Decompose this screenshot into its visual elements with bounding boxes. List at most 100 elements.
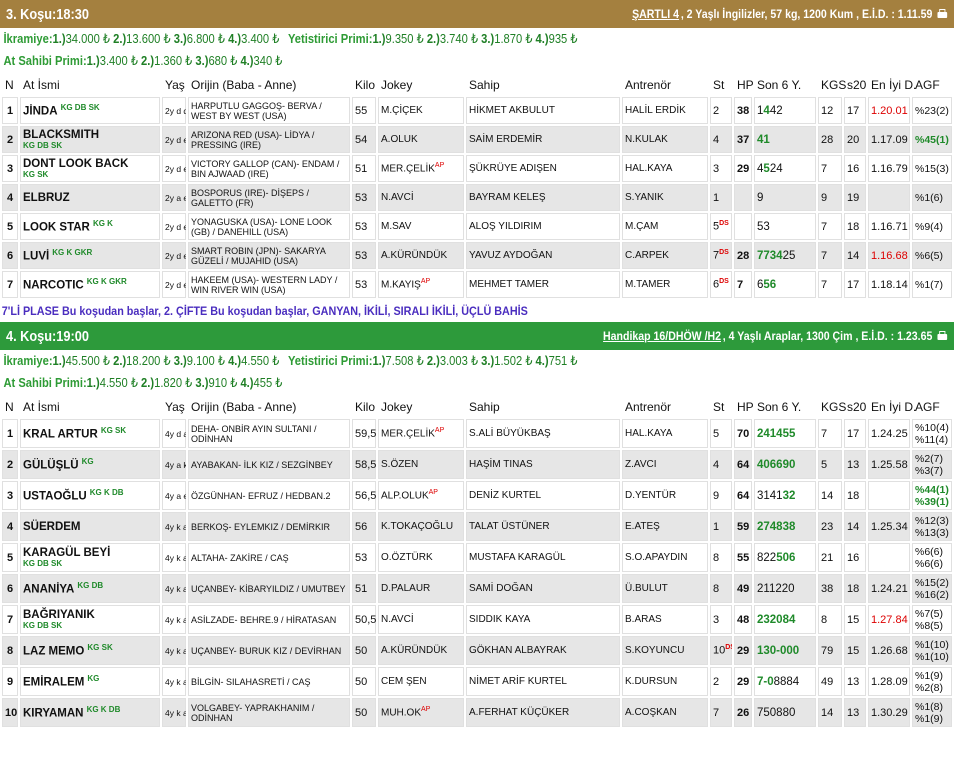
trainer-name[interactable]: S.KOYUNCU <box>622 636 708 665</box>
race-4-title[interactable]: 4. Koşu:19:00 <box>6 328 89 345</box>
trainer-name[interactable]: HAL.KAYA <box>622 419 708 448</box>
horse-name-cell[interactable]: BAĞRIYANIK KG DB SK <box>20 605 160 634</box>
column-header[interactable]: KGS <box>818 74 846 95</box>
horse-origin[interactable]: VOLGABEY- YAPRAKHANIM / ODİNHAN <box>188 698 350 727</box>
horse-origin[interactable]: ÖZGÜNHAN- EFRUZ / HEDBAN.2 <box>188 481 350 510</box>
horse-name[interactable]: GÜLÜŞLÜ <box>23 460 79 472</box>
table-row[interactable]: 6 LUVİ KG K GKR 2y d e SMART ROBIN (JPN)- S… <box>2 242 952 269</box>
owner-name[interactable]: HİKMET AKBULUT <box>466 97 620 124</box>
owner-name[interactable]: SAMİ DOĞAN <box>466 574 620 603</box>
jockey-name[interactable]: M.ÇİÇEK <box>381 105 423 116</box>
table-row[interactable]: 8 LAZ MEMO KG SK 4y k a UÇANBEY- BURUK KIZ … <box>2 636 952 665</box>
horse-origin[interactable]: ARIZONA RED (USA)- LİDYA / PRESSING (IRE… <box>188 126 350 153</box>
horse-name[interactable]: SÜERDEM <box>23 521 81 533</box>
horse-name[interactable]: ELBRUZ <box>23 192 70 204</box>
table-row[interactable]: 4 SÜERDEM 4y k a BERKOŞ- EYLEMKIZ / DEMİRKI… <box>2 512 952 541</box>
horse-name[interactable]: KIRYAMAN <box>23 708 84 720</box>
column-header[interactable]: N <box>2 396 18 417</box>
horse-origin[interactable]: HARPUTLU GAGGOŞ- BERVA / WEST BY WEST (U… <box>188 97 350 124</box>
trainer-name[interactable]: HAL.KAYA <box>622 155 708 182</box>
owner-name[interactable]: SIDDIK KAYA <box>466 605 620 634</box>
column-header[interactable]: Son 6 Y. <box>754 74 816 95</box>
horse-name[interactable]: EMİRALEM <box>23 677 84 689</box>
horse-name[interactable]: NARCOTIC <box>23 280 84 292</box>
horse-origin[interactable]: UÇANBEY- BURUK KIZ / DEVİRHAN <box>188 636 350 665</box>
horse-name[interactable]: BLACKSMITH <box>23 129 99 141</box>
table-row[interactable]: 3 USTAOĞLU KG K DB 4y a e ÖZGÜNHAN- EFRUZ /… <box>2 481 952 510</box>
jockey-cell[interactable]: A.KÜRÜNDÜK <box>378 636 464 665</box>
printer-icon[interactable] <box>937 330 948 342</box>
trainer-name[interactable]: E.ATEŞ <box>622 512 708 541</box>
horse-name[interactable]: KRAL ARTUR <box>23 429 98 441</box>
horse-name-cell[interactable]: NARCOTIC KG K GKR <box>20 271 160 298</box>
horse-origin[interactable]: YONAGUSKA (USA)- LONE LOOK (GB) / DANEHI… <box>188 213 350 240</box>
trainer-name[interactable]: M.TAMER <box>622 271 708 298</box>
column-header[interactable]: KGS <box>818 396 846 417</box>
column-header[interactable]: s20 <box>844 74 866 95</box>
trainer-name[interactable]: Z.AVCI <box>622 450 708 479</box>
trainer-name[interactable]: C.ARPEK <box>622 242 708 269</box>
horse-origin[interactable]: ASİLZADE- BEHRE.9 / HİRATASAN <box>188 605 350 634</box>
horse-name-cell[interactable]: SÜERDEM <box>20 512 160 541</box>
jockey-cell[interactable]: MER.ÇELİKAP <box>378 419 464 448</box>
horse-origin[interactable]: BİLGİN- SILAHASRETİ / CAŞ <box>188 667 350 696</box>
owner-name[interactable]: BAYRAM KELEŞ <box>466 184 620 211</box>
table-row[interactable]: 2 GÜLÜŞLÜ KG 4y a k AYABAKAN- İLK KIZ / SEZ… <box>2 450 952 479</box>
jockey-name[interactable]: ALP.OLUK <box>381 491 429 502</box>
table-row[interactable]: 5 LOOK STAR KG K 2y d e YONAGUSKA (USA)- LO… <box>2 213 952 240</box>
column-header[interactable]: En İyi D. <box>868 74 916 95</box>
jockey-cell[interactable]: S.ÖZEN <box>378 450 464 479</box>
owner-name[interactable]: S.ALİ BÜYÜKBAŞ <box>466 419 620 448</box>
trainer-name[interactable]: K.DURSUN <box>622 667 708 696</box>
jockey-name[interactable]: K.TOKAÇOĞLU <box>381 521 453 532</box>
column-header[interactable]: Jokey <box>378 396 464 417</box>
owner-name[interactable]: GÖKHAN ALBAYRAK <box>466 636 620 665</box>
owner-name[interactable]: MUSTAFA KARAGÜL <box>466 543 620 572</box>
column-header[interactable]: Sahip <box>466 396 620 417</box>
jockey-name[interactable]: N.AVCİ <box>381 192 414 203</box>
jockey-name[interactable]: N.AVCİ <box>381 614 414 625</box>
column-header[interactable]: Jokey <box>378 74 464 95</box>
jockey-name[interactable]: A.OLUK <box>381 134 418 145</box>
table-row[interactable]: 1 KRAL ARTUR KG SK 4y d a DEHA- ONBİR AYIN … <box>2 419 952 448</box>
horse-origin[interactable]: AYABAKAN- İLK KIZ / SEZGİNBEY <box>188 450 350 479</box>
race-3-title[interactable]: 3. Koşu:18:30 <box>6 6 89 23</box>
jockey-cell[interactable]: M.KAYIŞAP <box>378 271 464 298</box>
race-3-condition-link[interactable]: ŞARTLI 4 <box>632 7 679 21</box>
column-header[interactable]: Son 6 Y. <box>754 396 816 417</box>
horse-name[interactable]: LAZ MEMO <box>23 646 84 658</box>
jockey-cell[interactable]: A.OLUK <box>378 126 464 153</box>
jockey-name[interactable]: M.KAYIŞ <box>381 280 421 291</box>
table-row[interactable]: 6 ANANİYA KG DB 4y k a UÇANBEY- KİBARYILDIZ… <box>2 574 952 603</box>
horse-name[interactable]: KARAGÜL BEYİ <box>23 547 110 559</box>
horse-name-cell[interactable]: USTAOĞLU KG K DB <box>20 481 160 510</box>
trainer-name[interactable]: D.YENTÜR <box>622 481 708 510</box>
column-header[interactable]: St <box>710 74 732 95</box>
jockey-name[interactable]: CEM ŞEN <box>381 676 427 687</box>
column-header[interactable]: N <box>2 74 18 95</box>
jockey-cell[interactable]: N.AVCİ <box>378 184 464 211</box>
horse-name[interactable]: LOOK STAR <box>23 222 90 234</box>
owner-name[interactable]: ALOŞ YILDIRIM <box>466 213 620 240</box>
table-row[interactable]: 4 ELBRUZ 2y a e BOSPORUS (IRE)- DİŞEPS / GA… <box>2 184 952 211</box>
column-header[interactable]: Antrenör <box>622 396 708 417</box>
table-row[interactable]: 2 BLACKSMITH KG DB SK 2y d e ARIZONA RED (US… <box>2 126 952 153</box>
jockey-cell[interactable]: D.PALAUR <box>378 574 464 603</box>
table-row[interactable]: 1 JİNDA KG DB SK 2y d d HARPUTLU GAGGOŞ- BE… <box>2 97 952 124</box>
column-header[interactable]: HP <box>734 74 754 95</box>
owner-name[interactable]: SAİM ERDEMİR <box>466 126 620 153</box>
jockey-cell[interactable]: CEM ŞEN <box>378 667 464 696</box>
trainer-name[interactable]: S.O.APAYDIN <box>622 543 708 572</box>
horse-name-cell[interactable]: LOOK STAR KG K <box>20 213 160 240</box>
column-header[interactable]: Kilo <box>352 74 376 95</box>
horse-name[interactable]: JİNDA <box>23 106 58 118</box>
column-header[interactable]: Sahip <box>466 74 620 95</box>
jockey-name[interactable]: A.KÜRÜNDÜK <box>381 250 447 261</box>
owner-name[interactable]: NİMET ARİF KURTEL <box>466 667 620 696</box>
jockey-cell[interactable]: O.ÖZTÜRK <box>378 543 464 572</box>
owner-name[interactable]: HAŞİM TINAS <box>466 450 620 479</box>
table-row[interactable]: 7 NARCOTIC KG K GKR 2y d e HAKEEM (USA)- WE… <box>2 271 952 298</box>
jockey-cell[interactable]: ALP.OLUKAP <box>378 481 464 510</box>
horse-name-cell[interactable]: KRAL ARTUR KG SK <box>20 419 160 448</box>
table-row[interactable]: 9 EMİRALEM KG 4y k a BİLGİN- SILAHASRETİ / … <box>2 667 952 696</box>
